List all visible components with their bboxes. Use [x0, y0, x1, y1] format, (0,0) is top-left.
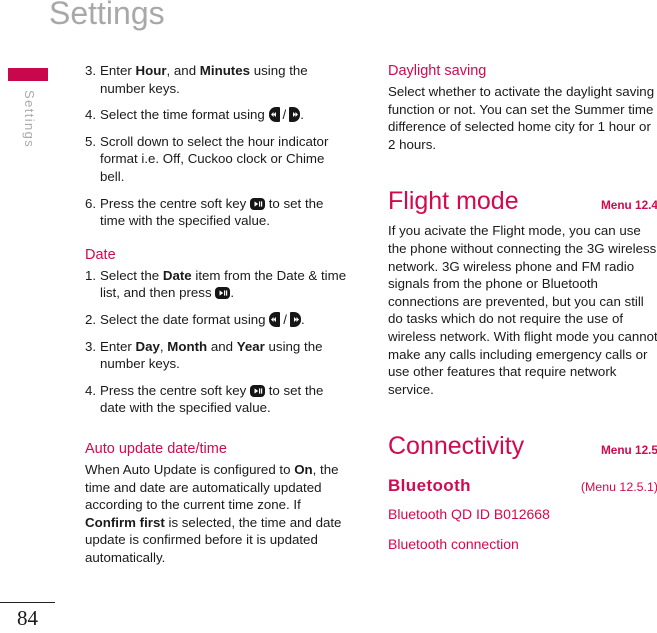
list-item: 4. Press the centre soft key to set the …	[85, 382, 347, 417]
rewind-key-icon	[268, 107, 280, 123]
text-bold-date: Date	[162, 267, 192, 283]
bluetooth-heading: Bluetooth	[388, 476, 471, 496]
daylight-saving-body: Select whether to activate the daylight …	[388, 84, 655, 152]
left-column: 3. Enter Hour, and Minutes using the num…	[85, 62, 347, 577]
list-item: 2. Select the date format using /.	[85, 311, 347, 329]
list-item-text: Enter Hour, and Minutes using the number…	[100, 62, 347, 97]
connectivity-heading: Connectivity	[388, 432, 525, 461]
list-item: 1. Select the Date item from the Date & …	[85, 267, 347, 302]
flight-mode-heading: Flight mode	[388, 187, 519, 216]
connectivity-header: Connectivity Menu 12.5	[388, 431, 657, 461]
list-item-text: Scroll down to select the hour indicator…	[100, 133, 329, 184]
text-fragment: , and	[166, 63, 200, 78]
flight-mode-body: If you acivate the Flight mode, you can …	[388, 223, 657, 397]
list-item-number: 2.	[85, 311, 97, 327]
list-item-number: 4.	[85, 382, 97, 398]
list-item: 3. Enter Hour, and Minutes using the num…	[85, 62, 347, 97]
text-fragment: .	[300, 311, 305, 327]
centre-soft-key-icon	[250, 384, 266, 397]
bluetooth-header: Bluetooth (Menu 12.5.1)	[388, 475, 657, 497]
text-fragment: Select the date format using	[100, 311, 270, 327]
connectivity-menu-tag: Menu 12.5	[600, 443, 657, 458]
list-item: 6. Press the centre soft key to set the …	[85, 195, 347, 230]
text-bold-on: On	[294, 461, 313, 477]
list-item-text: Select the time format using /.	[100, 106, 347, 124]
text-bold-confirm-first: Confirm first	[85, 514, 165, 530]
centre-soft-key-icon	[250, 197, 266, 210]
list-item-number: 6.	[85, 195, 97, 211]
text-fragment: Enter	[100, 63, 136, 78]
text-bold-year: Year	[236, 338, 265, 354]
text-fragment: Enter	[100, 338, 136, 354]
bluetooth-connection-label: Bluetooth connection	[388, 536, 519, 553]
text-fragment: .	[230, 285, 235, 301]
list-item-text: Select the Date item from the Date & tim…	[100, 267, 347, 302]
date-heading: Date	[85, 246, 116, 263]
sidebar-accent-bar	[8, 68, 48, 81]
list-item-text: Enter Day, Month and Year using the numb…	[100, 338, 347, 373]
flight-mode-menu-tag: Menu 12.4	[600, 198, 657, 213]
bluetooth-qd-id: Bluetooth QD ID B012668	[388, 506, 550, 523]
text-fragment: and	[207, 338, 237, 354]
list-item-text: Press the centre soft key to set the tim…	[100, 195, 347, 230]
fast-forward-key-icon	[289, 107, 301, 123]
list-item: 3. Enter Day, Month and Year using the n…	[85, 338, 347, 373]
centre-soft-key-icon	[215, 287, 231, 300]
text-bold-day: Day	[135, 338, 160, 354]
list-item-number: 4.	[85, 107, 97, 123]
text-fragment: Select the time format using	[100, 107, 269, 123]
text-bold-month: Month	[167, 338, 208, 354]
list-item-number: 3.	[85, 63, 97, 78]
sidebar: Settings 84	[0, 0, 60, 633]
text-fragment: Select the	[100, 267, 163, 283]
text-fragment: .	[300, 107, 304, 123]
right-column: Daylight saving Select whether to activa…	[388, 62, 657, 564]
text-fragment: When Auto Update is configured to	[85, 461, 295, 477]
list-item-number: 5.	[85, 133, 97, 149]
auto-update-body: When Auto Update is configured to On, th…	[85, 461, 347, 567]
page-title: Settings	[49, 0, 165, 31]
text-fragment: Press the centre soft key	[100, 382, 251, 398]
daylight-saving-heading: Daylight saving	[388, 63, 487, 79]
fast-forward-key-icon	[289, 311, 301, 327]
list-item-number: 1.	[85, 267, 97, 283]
flight-mode-header: Flight mode Menu 12.4	[388, 186, 657, 216]
list-item-text: Select the date format using /.	[100, 311, 347, 329]
bluetooth-menu-tag: (Menu 12.5.1)	[580, 480, 657, 495]
list-item: 4. Select the time format using /.	[85, 106, 347, 124]
text-fragment: Press the centre soft key	[100, 195, 251, 211]
page-number-divider	[0, 602, 55, 603]
page-number: 84	[17, 606, 38, 630]
text-bold-hour: Hour	[135, 63, 167, 78]
key-separator: /	[282, 107, 287, 123]
key-separator: /	[283, 311, 287, 327]
text-bold-minutes: Minutes	[199, 63, 251, 78]
list-item: 5. Scroll down to select the hour indica…	[85, 133, 347, 186]
auto-update-heading: Auto update date/time	[85, 440, 227, 457]
list-item-number: 3.	[85, 338, 97, 354]
list-item-text: Press the centre soft key to set the dat…	[100, 382, 347, 417]
sidebar-section-label: Settings	[22, 90, 37, 149]
rewind-key-icon	[269, 311, 281, 327]
